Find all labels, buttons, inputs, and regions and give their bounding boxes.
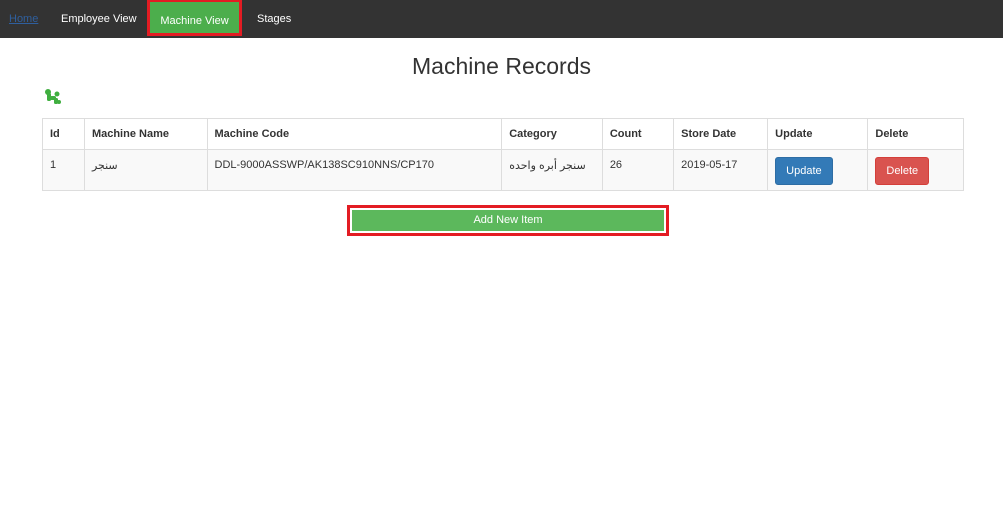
header-id: Id <box>42 118 85 150</box>
cell-machine-code: DDL-9000ASSWP/AK138SC910NNS/CP170 <box>206 149 503 191</box>
table-row: 1 سنجر DDL-9000ASSWP/AK138SC910NNS/CP170… <box>42 149 964 191</box>
cell-id: 1 <box>42 149 85 191</box>
machine-records-table: Id Machine Name Machine Code Category Co… <box>42 118 964 191</box>
header-count: Count <box>601 118 675 150</box>
add-new-item-button[interactable]: Add New Item <box>352 210 664 231</box>
header-update: Update <box>767 118 869 150</box>
header-machine-code: Machine Code <box>206 118 503 150</box>
header-store-date: Store Date <box>673 118 769 150</box>
nav-link-employee-view[interactable]: Employee View <box>61 0 137 38</box>
table-header-row: Id Machine Name Machine Code Category Co… <box>42 118 964 150</box>
nav-link-machine-view[interactable]: Machine View <box>147 0 242 36</box>
page-title: Machine Records <box>412 53 591 79</box>
header-delete: Delete <box>867 118 964 150</box>
top-navbar: Home Employee View Machine View Stages <box>0 0 1003 38</box>
cell-store-date: 2019-05-17 <box>673 149 769 191</box>
header-category: Category <box>501 118 603 150</box>
header-machine-name: Machine Name <box>83 118 208 150</box>
cell-delete: Delete <box>867 149 964 191</box>
delete-button[interactable]: Delete <box>875 157 930 185</box>
cell-count: 26 <box>601 149 675 191</box>
nav-link-stages[interactable]: Stages <box>257 0 291 38</box>
nav-link-home[interactable]: Home <box>9 0 38 38</box>
update-button[interactable]: Update <box>775 157 833 185</box>
cell-category: سنجر أبره واحده <box>501 149 603 191</box>
cell-update: Update <box>767 149 869 191</box>
add-new-item-highlight: Add New Item <box>347 205 669 236</box>
green-puzzle-logo-icon <box>45 89 61 104</box>
cell-machine-name: سنجر <box>83 149 208 191</box>
